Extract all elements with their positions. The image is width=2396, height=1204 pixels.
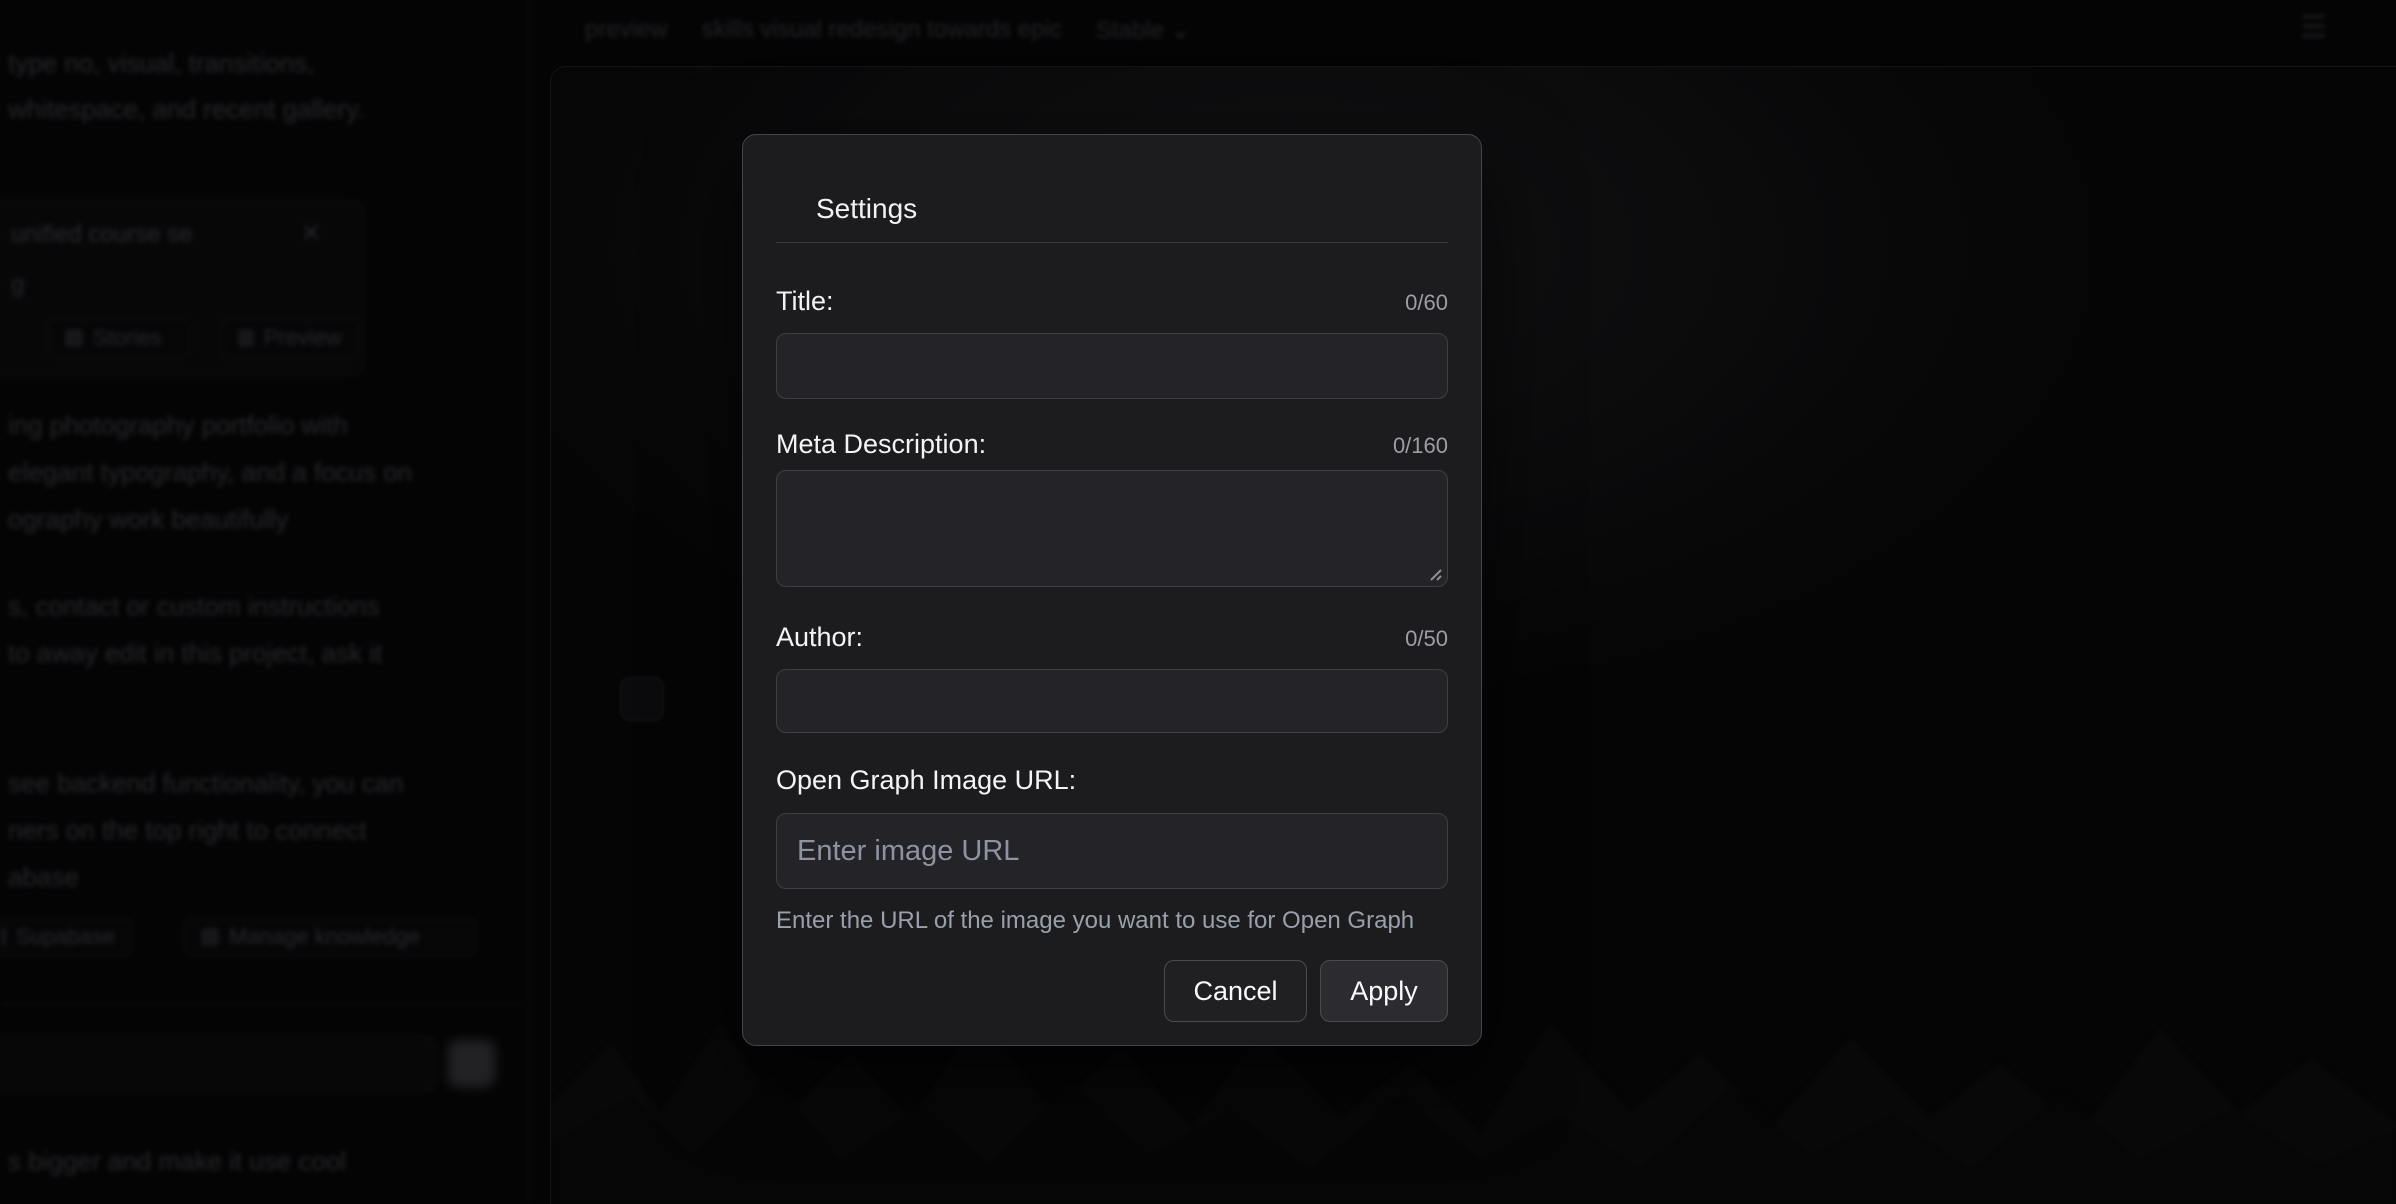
title-input[interactable] — [776, 333, 1448, 399]
author-field-row: Author: 0/50 — [776, 621, 1448, 655]
author-label: Author: — [776, 621, 863, 653]
dialog-divider — [776, 242, 1448, 243]
settings-dialog: Settings Title: 0/60 Meta Description: 0… — [742, 134, 1482, 1046]
og-helper-text: Enter the URL of the image you want to u… — [776, 907, 1448, 935]
apply-button[interactable]: Apply — [1320, 960, 1448, 1022]
title-counter: 0/60 — [1405, 287, 1448, 319]
title-label: Title: — [776, 285, 834, 317]
meta-field-row: Meta Description: 0/160 — [776, 428, 1448, 462]
og-image-url-label: Open Graph Image URL: — [776, 764, 1076, 796]
dialog-actions: Cancel Apply — [776, 960, 1448, 1022]
meta-description-label: Meta Description: — [776, 428, 986, 460]
og-image-url-input[interactable] — [776, 813, 1448, 889]
meta-description-textarea[interactable] — [776, 470, 1448, 587]
meta-description-counter: 0/160 — [1393, 430, 1448, 462]
cancel-button[interactable]: Cancel — [1164, 960, 1307, 1022]
author-counter: 0/50 — [1405, 623, 1448, 655]
author-input[interactable] — [776, 669, 1448, 733]
title-field-row: Title: 0/60 — [776, 285, 1448, 319]
og-field-row: Open Graph Image URL: — [776, 764, 1448, 796]
dialog-title: Settings — [816, 191, 1448, 226]
app-window: preview skills visual redesign towards e… — [0, 0, 2396, 1204]
